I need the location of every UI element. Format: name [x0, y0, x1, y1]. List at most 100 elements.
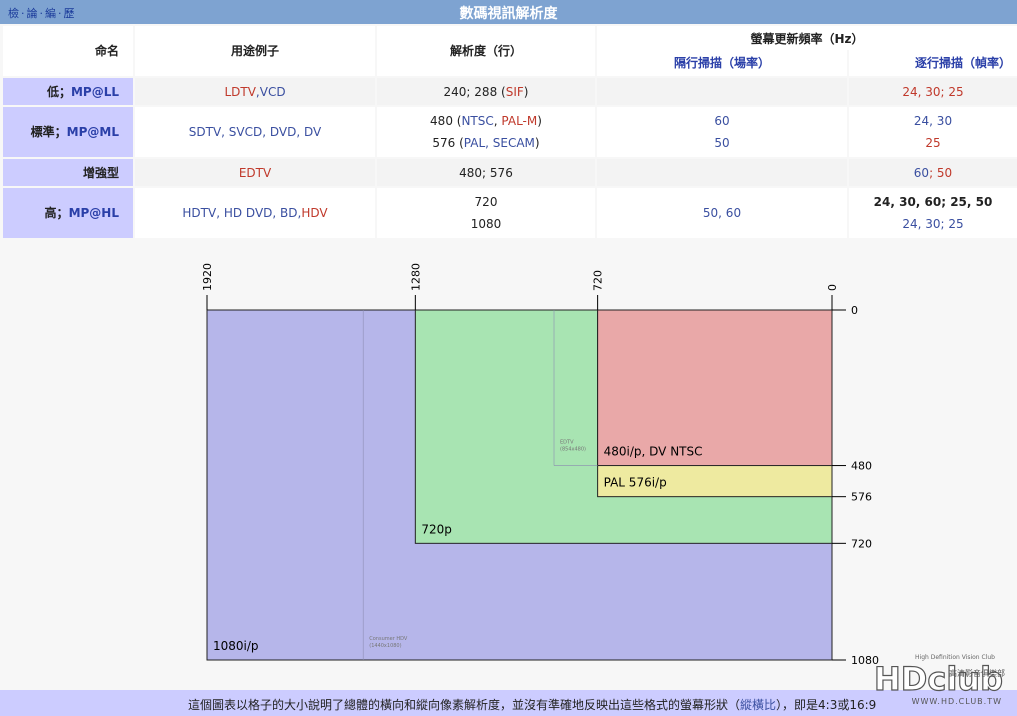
- header-usage: 用途例子: [135, 26, 375, 76]
- row-resolution: 480; 576: [377, 159, 595, 186]
- row-name: 低； MP@LL: [3, 78, 133, 105]
- cell-text: ): [523, 84, 529, 99]
- row-name-prefix: 標準；: [30, 125, 67, 139]
- cell-line: 24, 30: [914, 110, 952, 132]
- row-progressive: 24, 30 25: [849, 107, 1017, 157]
- cell-line: 1080: [471, 213, 502, 235]
- logo-chinese: 高清影音俱樂部: [949, 668, 1005, 678]
- y-tick-label: 720: [851, 537, 872, 550]
- row-interlaced: [597, 78, 847, 105]
- aspect-ratio-link[interactable]: 縱橫比: [740, 698, 776, 712]
- row-name: 增強型: [3, 159, 133, 186]
- cell-line: 24, 30; 25: [902, 213, 963, 235]
- row-name-prefix: 低；: [46, 84, 71, 99]
- header-resolution-text: 解析度（行）: [449, 44, 522, 58]
- header-name-text: 命名: [94, 44, 119, 58]
- cell-text: 24, 30, 60; 25, 50: [873, 195, 993, 209]
- cell-line: 24, 30; 25: [902, 81, 963, 103]
- cell-line: 240; 288 (SIF): [444, 81, 529, 103]
- header-progressive-text: 逐行掃描（幀率）: [914, 56, 1011, 70]
- x-tick-label: 0: [826, 284, 839, 291]
- row-usage: HDTV, HD DVD, BD, HDV: [135, 188, 375, 238]
- cell-line: 480 (NTSC, PAL-M): [430, 110, 542, 132]
- header-usage-text: 用途例子: [230, 44, 279, 58]
- table-title-bar: 檢 · 論 · 編 · 歷 數碼視訊解析度: [0, 0, 1017, 24]
- cell-text: PAL, SECAM: [463, 136, 535, 150]
- usage-text: EDTV: [238, 165, 272, 180]
- usage-text: SDTV, SVCD, DVD, DV: [188, 125, 322, 139]
- cell-text: SIF: [505, 84, 524, 99]
- row-progressive: 24, 30, 60; 25, 50 24, 30; 25: [849, 188, 1017, 238]
- header-refresh-text: 螢幕更新頻率（Hz）: [750, 32, 864, 46]
- caption-after: ），即是4:3或16:9: [776, 698, 877, 712]
- row-progressive: 24, 30; 25: [849, 78, 1017, 105]
- region-label: 480i/p, DV NTSC: [604, 445, 703, 459]
- cell-line: 576 (PAL, SECAM): [432, 132, 539, 154]
- usage-text: VCD: [259, 84, 286, 99]
- faint-label: (1440x1080): [369, 643, 401, 649]
- cell-text: 24, 30; 25: [902, 84, 964, 99]
- row-name-prefix: 高；: [44, 206, 69, 220]
- row-name: 標準； MP@ML: [3, 107, 133, 157]
- cell-line: 60; 50: [914, 162, 952, 184]
- caption-text: 這個圖表以格子的大小說明了總體的橫向和縱向像素解析度，並沒有準確地反映出這些格式…: [188, 696, 876, 713]
- faint-label: EDTV: [560, 440, 574, 446]
- header-progressive: 逐行掃描（幀率）: [849, 50, 1017, 76]
- region-label: 1080i/p: [213, 639, 259, 653]
- cell-text: PAL-M: [501, 114, 538, 128]
- cell-text: ): [537, 114, 542, 128]
- resolution-diagram: 1080i/p 720p PAL 576i/p 480i/p, DV NTSC Cons…: [201, 263, 879, 667]
- usage-text: HDTV, HD DVD, BD,: [182, 206, 302, 220]
- row-interlaced: 50, 60: [597, 188, 847, 238]
- cell-text: ; 50: [929, 165, 953, 180]
- row-name-code: MP@ML: [66, 125, 119, 139]
- cell-text: 480; 576: [459, 165, 513, 180]
- cell-text: NTSC: [461, 114, 494, 128]
- cell-text: 50: [714, 136, 730, 150]
- region-label: 720p: [421, 522, 452, 536]
- row-interlaced: [597, 159, 847, 186]
- faint-label: (854x480): [560, 447, 586, 453]
- usage-text: HDV: [301, 206, 328, 220]
- cell-line: 50, 60: [703, 202, 741, 224]
- cell-text: 60: [913, 165, 930, 180]
- row-usage: LDTV, VCD: [135, 78, 375, 105]
- row-name: 高； MP@HL: [3, 188, 133, 238]
- row-resolution: 720 1080: [377, 188, 595, 238]
- table-title: 數碼視訊解析度: [459, 6, 558, 22]
- usage-text: LDTV: [224, 84, 256, 99]
- header-name: 命名: [3, 26, 133, 76]
- cell-text: 50, 60: [702, 206, 742, 220]
- caption-bar: 這個圖表以格子的大小說明了總體的橫向和縱向像素解析度，並沒有準確地反映出這些格式…: [0, 690, 1017, 716]
- cell-text: 24, 30: [913, 114, 953, 128]
- cell-line: 720: [475, 191, 498, 213]
- row-usage: SDTV, SVCD, DVD, DV: [135, 107, 375, 157]
- header-interlaced-text: 隔行掃描（場率）: [673, 56, 770, 70]
- row-progressive: 60; 50: [849, 159, 1017, 186]
- header-refresh: 螢幕更新頻率（Hz）: [597, 26, 1017, 50]
- cell-text: 576 (: [432, 136, 464, 150]
- cell-line: 50: [714, 132, 729, 154]
- cell-text: 60: [714, 114, 730, 128]
- cell-line: 60: [714, 110, 729, 132]
- logo-url: WWW.HD.CLUB.TW: [912, 697, 1002, 706]
- row-name-prefix: 增強型: [82, 165, 119, 180]
- faint-label: Consumer HDV: [369, 636, 408, 642]
- cell-line: 25: [925, 132, 940, 154]
- cell-text: 480 (: [430, 114, 462, 128]
- header-resolution: 解析度（行）: [377, 26, 595, 76]
- x-tick-label: 1920: [201, 263, 214, 291]
- cell-line: 480; 576: [459, 162, 513, 184]
- header-interlaced: 隔行掃描（場率）: [597, 50, 847, 76]
- row-usage: EDTV: [135, 159, 375, 186]
- x-tick-label: 1280: [409, 263, 422, 291]
- x-tick-label: 720: [592, 270, 605, 291]
- row-name-code: MP@HL: [68, 206, 119, 220]
- row-interlaced: 60 50: [597, 107, 847, 157]
- hdclub-logo: High Definition Vision Club HDclub 高清影音俱…: [873, 654, 1005, 706]
- cell-text: 24, 30; 25: [902, 217, 964, 231]
- region-720x480: [597, 309, 833, 467]
- row-resolution: 240; 288 (SIF): [377, 78, 595, 105]
- y-tick-label: 576: [851, 491, 872, 504]
- row-name-code: MP@LL: [70, 84, 119, 99]
